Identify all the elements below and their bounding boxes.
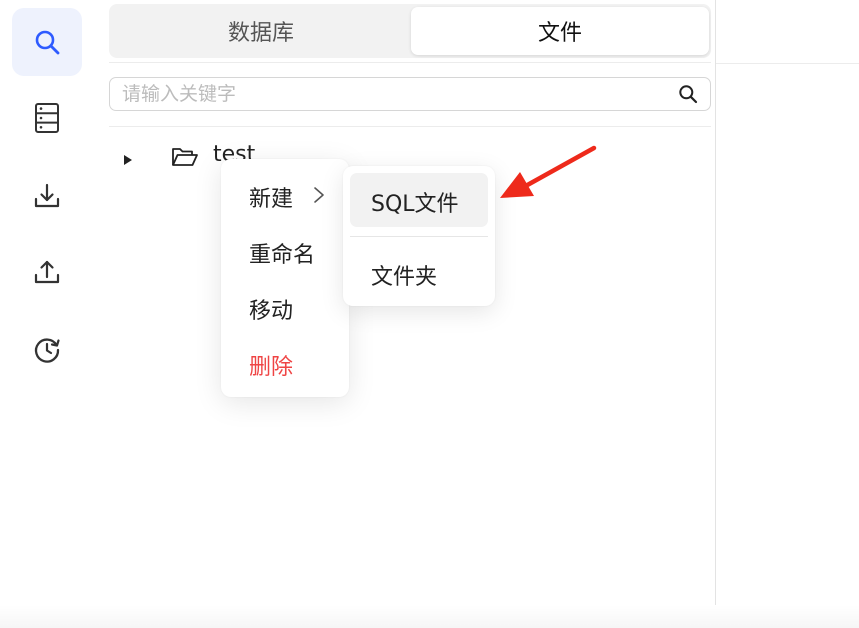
new-submenu: SQL文件 文件夹 [343, 166, 495, 306]
menu-item-label: 新建 [249, 187, 294, 212]
menu-item-new[interactable]: 新建 [221, 173, 349, 217]
submenu-divider [350, 236, 488, 237]
chevron-right-icon [314, 187, 324, 203]
menu-item-label: 删除 [249, 355, 294, 380]
editor-area [716, 0, 859, 628]
tab-files[interactable]: 文件 [411, 7, 709, 55]
menu-item-delete[interactable]: 删除 [221, 341, 349, 385]
search-box [109, 77, 711, 111]
submenu-item-label: 文件夹 [371, 265, 438, 290]
caret-right-icon[interactable] [123, 154, 133, 166]
search-input[interactable] [110, 78, 670, 110]
upload-icon [34, 260, 60, 284]
submenu-item-folder[interactable]: 文件夹 [350, 246, 488, 300]
side-rail [0, 0, 105, 628]
submenu-item-sql-file[interactable]: SQL文件 [350, 173, 488, 227]
rail-search-button[interactable] [12, 8, 82, 76]
context-menu: 新建 重命名 移动 删除 [221, 159, 349, 397]
history-icon [34, 338, 60, 363]
editor-tabs-divider [716, 63, 859, 64]
rail-upload-button[interactable] [12, 238, 82, 306]
tab-bar: 数据库 文件 [109, 4, 711, 58]
folder-open-icon [172, 148, 198, 166]
menu-item-move[interactable]: 移动 [221, 285, 349, 329]
search-icon [35, 30, 60, 55]
database-icon [35, 103, 59, 133]
explorer-panel: 数据库 文件 test [104, 0, 716, 628]
rail-download-button[interactable] [12, 162, 82, 230]
tab-database[interactable]: 数据库 [112, 7, 410, 55]
rail-database-button[interactable] [12, 84, 82, 152]
submenu-item-label: SQL文件 [371, 192, 459, 217]
bottom-edge [0, 605, 859, 628]
search-icon[interactable] [678, 84, 698, 104]
app-window: 数据库 文件 test 新建 [0, 0, 859, 628]
menu-item-rename[interactable]: 重命名 [221, 229, 349, 273]
download-icon [34, 183, 60, 208]
rail-history-button[interactable] [12, 316, 82, 384]
menu-item-label: 重命名 [249, 243, 316, 268]
tabs-divider [109, 62, 711, 63]
menu-item-label: 移动 [249, 299, 294, 324]
search-divider [109, 126, 711, 127]
